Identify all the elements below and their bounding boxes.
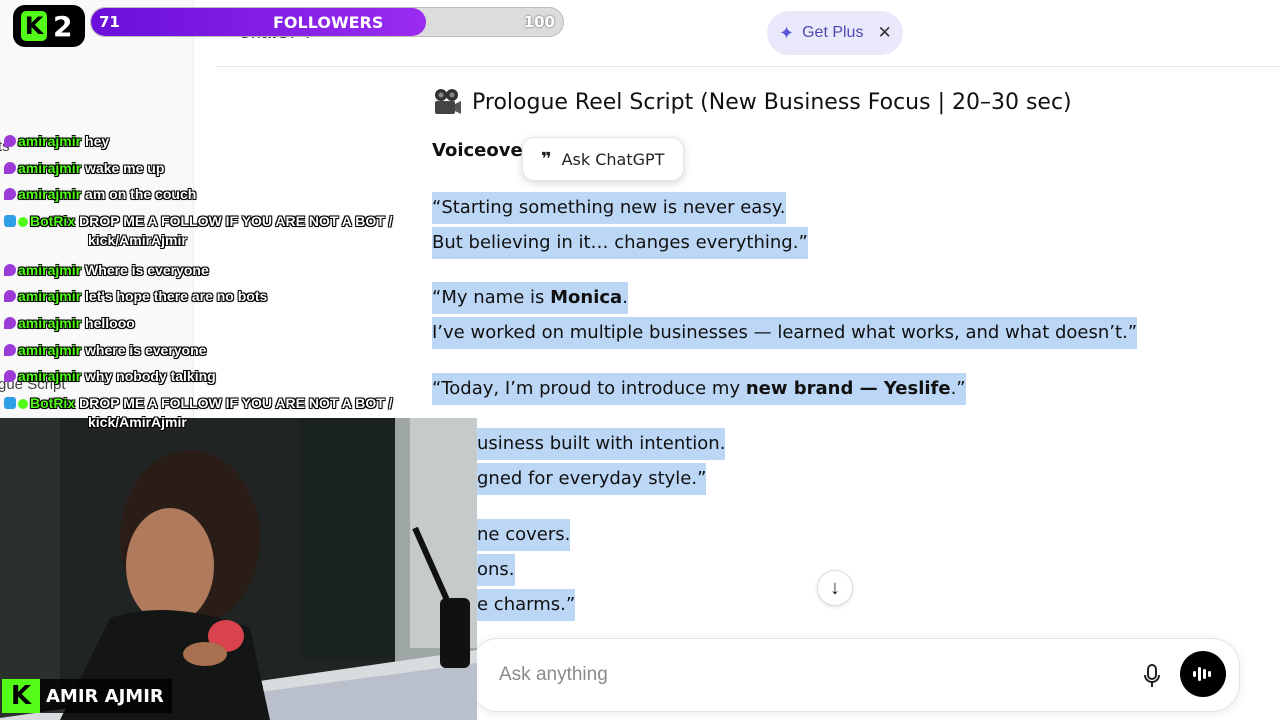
prompt-input[interactable] [499, 659, 1099, 691]
bold-brand: new brand — Yeslife [745, 378, 951, 399]
follower-goal-target: 100 [523, 13, 555, 31]
topbar-divider [216, 66, 1280, 67]
bold-name: Monica [550, 287, 623, 308]
ask-chatgpt-label: Ask ChatGPT [561, 149, 665, 169]
bot-badge-icon [4, 397, 16, 409]
chat-username: amirajmir [18, 315, 82, 331]
script-line: “My name is Monica. [432, 282, 628, 314]
bot-badge-icon [4, 215, 16, 227]
subscriber-badge-icon [4, 290, 16, 302]
chat-text: am on the couch [85, 186, 197, 202]
chat-username: amirajmir [18, 342, 82, 358]
chat-text: let's hope there are no bots [85, 288, 268, 304]
microphone-button[interactable] [1137, 661, 1167, 691]
follower-goal-label: FOLLOWERS [273, 13, 384, 32]
chat-username: amirajmir [18, 262, 82, 278]
composer [470, 638, 1240, 712]
scroll-down-button[interactable]: ↓ [817, 570, 853, 606]
sparkle-icon: ✦ [779, 22, 795, 43]
chat-message: amirajmir am on the couch [4, 183, 196, 205]
movie-camera-icon [432, 88, 462, 116]
voiceover-label: Voiceover [432, 140, 532, 161]
verified-badge-icon [18, 399, 28, 409]
chat-text: why nobody talking [85, 368, 216, 384]
chat-text: DROP ME A FOLLOW IF YOU ARE NOT A BOT / [79, 213, 393, 229]
chat-message: amirajmir wake me up [4, 157, 164, 179]
chat-username: amirajmir [18, 186, 82, 202]
kick-logo-icon: K [21, 11, 47, 41]
chat-username: amirajmir [18, 133, 82, 149]
close-icon[interactable]: ✕ [877, 23, 891, 43]
chat-username: BotRix [30, 213, 76, 229]
chat-text: wake me up [85, 160, 165, 176]
chat-text: DROP ME A FOLLOW IF YOU ARE NOT A BOT / [79, 395, 393, 411]
chat-message: BotRix DROP ME A FOLLOW IF YOU ARE NOT A … [4, 392, 393, 414]
heading-text: Prologue Reel Script (New Business Focus… [472, 89, 1072, 115]
get-plus-button[interactable]: ✦ Get Plus ✕ [767, 11, 903, 55]
screen: ts gue Script ChatGPT ✦ Get Plus ✕ Prolo… [0, 0, 1280, 720]
chat-message: amirajmir hellooo [4, 312, 135, 334]
ask-chatgpt-button[interactable]: ❞ Ask ChatGPT [522, 137, 684, 181]
arrow-down-icon: ↓ [830, 576, 840, 599]
chat-text-continued: kick/AmirAjmir [88, 232, 187, 248]
chat-text-continued: kick/AmirAjmir [88, 414, 187, 430]
chat-text: hey [85, 133, 110, 149]
script-line: I’ve worked on multiple businesses — lea… [432, 317, 1138, 349]
script-line: usiness built with intention. [477, 428, 726, 460]
streamer-nameplate: K AMIR AJMIR [2, 679, 172, 713]
subscriber-badge-icon [4, 317, 16, 329]
script-line: ne covers. [477, 519, 571, 551]
kick-badge: K 2 [13, 5, 85, 47]
script-line: e charms.” [477, 589, 576, 621]
streamer-name: AMIR AJMIR [46, 685, 164, 707]
subscriber-badge-icon [4, 370, 16, 382]
kick-level: 2 [53, 9, 73, 43]
chat-username: amirajmir [18, 368, 82, 384]
chat-message: amirajmir hey [4, 130, 109, 152]
chat-message: amirajmir why nobody talking [4, 365, 216, 387]
chat-message: amirajmir let's hope there are no bots [4, 285, 267, 307]
script-line: “Starting something new is never easy. [432, 192, 786, 224]
subscriber-badge-icon [4, 135, 16, 147]
subscriber-badge-icon [4, 264, 16, 276]
chat-username: amirajmir [18, 288, 82, 304]
chat-username: BotRix [30, 395, 76, 411]
quote-icon: ❞ [541, 148, 552, 170]
waveform-icon [1193, 667, 1211, 681]
webcam-image [0, 418, 477, 720]
follower-count: 71 [99, 13, 120, 31]
script-line: “Today, I’m proud to introduce my new br… [432, 373, 966, 405]
subscriber-badge-icon [4, 162, 16, 174]
script-line: But believing in it… changes everything.… [432, 227, 808, 259]
get-plus-label: Get Plus [802, 24, 864, 41]
microphone-icon [1144, 664, 1160, 687]
chat-message: BotRix DROP ME A FOLLOW IF YOU ARE NOT A … [4, 210, 393, 232]
script-line: gned for everyday style.” [477, 463, 707, 495]
webcam-feed [0, 418, 477, 720]
chat-text: hellooo [85, 315, 135, 331]
chat-text: where is everyone [85, 342, 207, 358]
script-line: ons. [477, 554, 515, 586]
chat-message: amirajmir where is everyone [4, 339, 206, 361]
subscriber-badge-icon [4, 188, 16, 200]
verified-badge-icon [18, 217, 28, 227]
chat-message: amirajmir Where is everyone [4, 259, 209, 281]
chat-username: amirajmir [18, 160, 82, 176]
document-heading: Prologue Reel Script (New Business Focus… [432, 88, 1072, 116]
voice-mode-button[interactable] [1180, 651, 1226, 697]
subscriber-badge-icon [4, 344, 16, 356]
follower-goal-bar: 71 FOLLOWERS 100 [90, 7, 564, 37]
chat-text: Where is everyone [85, 262, 209, 278]
kick-logo-icon: K [2, 679, 40, 713]
